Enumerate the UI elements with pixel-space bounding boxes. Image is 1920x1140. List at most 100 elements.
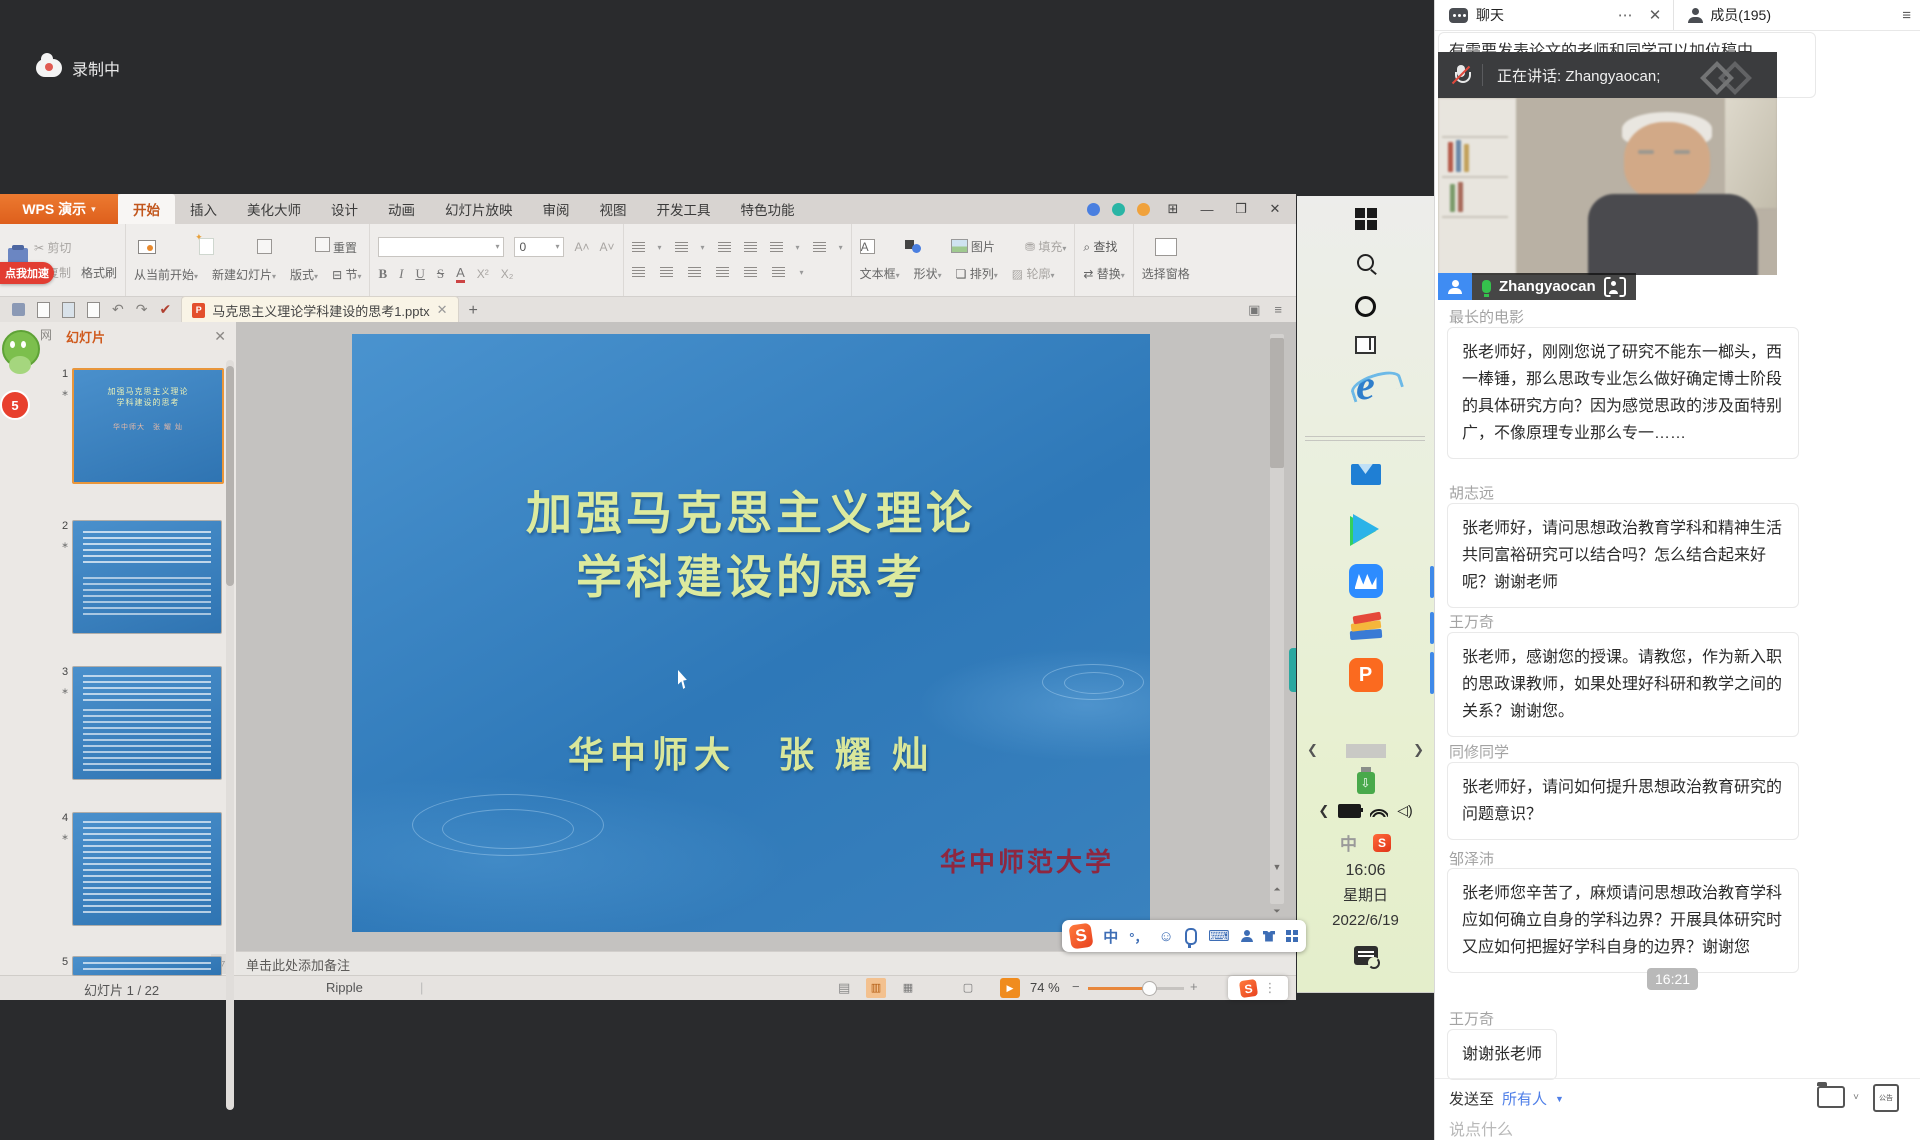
tab-insert[interactable]: 插入	[175, 194, 232, 224]
tray-expand-icon[interactable]: ❮	[1318, 803, 1329, 819]
redo-icon[interactable]: ↷	[136, 301, 148, 318]
format-check-icon[interactable]: ✔	[159, 301, 171, 318]
align-center-icon[interactable]	[660, 267, 673, 278]
reading-view-button[interactable]: ▢	[958, 978, 978, 998]
line-spacing-icon[interactable]	[772, 267, 785, 278]
close-button[interactable]: ✕	[1264, 201, 1286, 217]
sogou-tray-icon[interactable]: S	[1373, 834, 1391, 852]
font-color-button[interactable]: A	[456, 265, 465, 283]
file-chevron-icon[interactable]: ˅	[1853, 1092, 1859, 1103]
justify-icon[interactable]	[716, 267, 729, 278]
wps-presentation-icon[interactable]: P	[1297, 658, 1434, 692]
font-size-combo[interactable]: 0▾	[514, 237, 564, 257]
tab-review[interactable]: 审阅	[528, 194, 585, 224]
subscript-button[interactable]: X₂	[501, 267, 514, 281]
find-button[interactable]: ⌕ 查找	[1083, 238, 1117, 255]
tab-animation[interactable]: 动画	[373, 194, 430, 224]
tab-view[interactable]: 视图	[585, 194, 642, 224]
restore-button[interactable]: ❒	[1230, 201, 1252, 217]
mail-app-icon[interactable]	[1297, 464, 1434, 485]
picture-button[interactable]: 图片	[951, 238, 995, 255]
search-icon[interactable]	[1297, 254, 1434, 271]
sync-icon[interactable]	[1087, 203, 1100, 216]
slide-thumb-3[interactable]	[72, 666, 222, 780]
indent-icon[interactable]	[744, 242, 757, 253]
bold-button[interactable]: B	[378, 266, 387, 282]
slideshow-play-button[interactable]: ▶	[1000, 978, 1020, 998]
section-button[interactable]: ⊟ 节▾	[332, 266, 361, 283]
slide-thumb-2[interactable]	[72, 520, 222, 634]
punctuation-icon[interactable]: °，	[1129, 927, 1147, 946]
skin-center-icon[interactable]	[1263, 931, 1275, 942]
columns-icon[interactable]	[770, 242, 783, 253]
soft-keyboard-icon[interactable]: ⌨	[1208, 927, 1230, 945]
next-slide-icon[interactable]: ⏷	[1270, 902, 1284, 920]
slide-scrollbar-thumb[interactable]	[1270, 338, 1284, 468]
tab-chat[interactable]: 聊天	[1476, 5, 1504, 25]
document-tab[interactable]: P 马克思主义理论学科建设的思考1.pptx ✕	[181, 296, 458, 323]
save-icon[interactable]	[12, 303, 25, 316]
grow-font-button[interactable]: A˄	[574, 240, 589, 254]
outdent-icon[interactable]	[718, 242, 731, 253]
slide-thumb-1[interactable]: 加强马克思主义理论学科建设的思考 华中师大 张 耀 灿	[72, 368, 224, 484]
taskbar-scroll[interactable]: ❮ ❯	[1297, 742, 1434, 758]
export-pdf-icon[interactable]	[37, 302, 50, 318]
slide-school[interactable]: 华中师范大学	[940, 842, 1114, 879]
notes-toggle-icon[interactable]: ▤	[838, 980, 850, 996]
close-panel-icon[interactable]: ✕	[214, 328, 226, 345]
notes-bar[interactable]: 单击此处添加备注	[236, 951, 1296, 976]
textbox-button[interactable]: 文本框▾	[860, 265, 900, 282]
tab-devtools[interactable]: 开发工具	[642, 194, 726, 224]
portrait-focus-icon[interactable]	[1604, 277, 1626, 297]
normal-view-button[interactable]: ▥	[866, 978, 886, 998]
slide-thumb-5[interactable]	[72, 956, 222, 976]
from-current-button[interactable]: 从当前开始▾	[134, 266, 198, 283]
tencent-video-icon[interactable]	[1297, 514, 1434, 544]
share-icon[interactable]	[1112, 203, 1125, 216]
toolbox-icon[interactable]	[1286, 930, 1298, 942]
outline-button[interactable]: ▨ 轮廓▾	[1012, 265, 1055, 282]
taskbar-scrollbar-thumb[interactable]	[1346, 744, 1386, 758]
zoom-slider-handle[interactable]	[1142, 981, 1157, 996]
layout-button[interactable]: 版式▾	[290, 266, 318, 283]
tab-home[interactable]: 开始	[118, 194, 175, 224]
wps-office-icon[interactable]	[1297, 612, 1434, 646]
participant-icon[interactable]	[1438, 273, 1472, 300]
tencent-meeting-icon[interactable]	[1297, 564, 1434, 598]
print-preview-icon[interactable]	[87, 302, 100, 318]
tab-special[interactable]: 特色功能	[726, 194, 810, 224]
bullets-icon[interactable]	[632, 242, 645, 253]
speaker-icon[interactable]: ◁)	[1397, 802, 1412, 819]
shapes-button[interactable]: 形状▾	[914, 265, 942, 282]
print-icon[interactable]	[62, 302, 75, 318]
chat-more-icon[interactable]: ⋯	[1610, 6, 1641, 24]
tab-beautify[interactable]: 美化大师	[232, 194, 316, 224]
taskbar-clock[interactable]: 16:06 星期日 2022/6/19	[1297, 858, 1434, 933]
chevron-down-icon[interactable]: ▼	[1555, 1094, 1564, 1104]
panel-scrollbar-thumb[interactable]	[226, 366, 234, 586]
start-button[interactable]	[1297, 208, 1434, 230]
layout-switch-icon[interactable]: ⊞	[1162, 201, 1184, 217]
usb-tray-icon[interactable]: ⇩	[1297, 772, 1434, 794]
arrange-button[interactable]: ❏ 排列▾	[956, 265, 998, 282]
shrink-font-button[interactable]: A˅	[600, 240, 615, 254]
tab-members[interactable]: 成员(195)	[1710, 5, 1771, 25]
scroll-right-icon[interactable]: ❯	[1413, 742, 1424, 758]
replace-button[interactable]: ⇄ 替换▾	[1083, 265, 1124, 282]
fill-button[interactable]: ⛃ 填充▾	[1025, 238, 1066, 255]
numbering-icon[interactable]	[675, 242, 688, 253]
file-transfer-icon[interactable]	[1817, 1086, 1845, 1108]
align-right-icon[interactable]	[688, 267, 701, 278]
font-name-combo[interactable]: ▾	[378, 237, 504, 257]
cortana-icon[interactable]	[1297, 296, 1434, 317]
doc-switch-icon[interactable]: ▣	[1248, 302, 1260, 318]
voice-input-icon[interactable]	[1185, 928, 1197, 945]
ime-mode-icon[interactable]: 中	[1340, 830, 1357, 855]
speaker-video[interactable]	[1438, 98, 1777, 275]
text-direction-icon[interactable]	[813, 242, 826, 253]
cut-button[interactable]: ✂ 剪切	[34, 239, 71, 256]
new-document-tab-button[interactable]: +	[469, 302, 478, 323]
docer-mascot[interactable]	[2, 330, 38, 386]
wifi-icon[interactable]	[1370, 805, 1388, 817]
side-panel-handle[interactable]	[1289, 648, 1296, 692]
